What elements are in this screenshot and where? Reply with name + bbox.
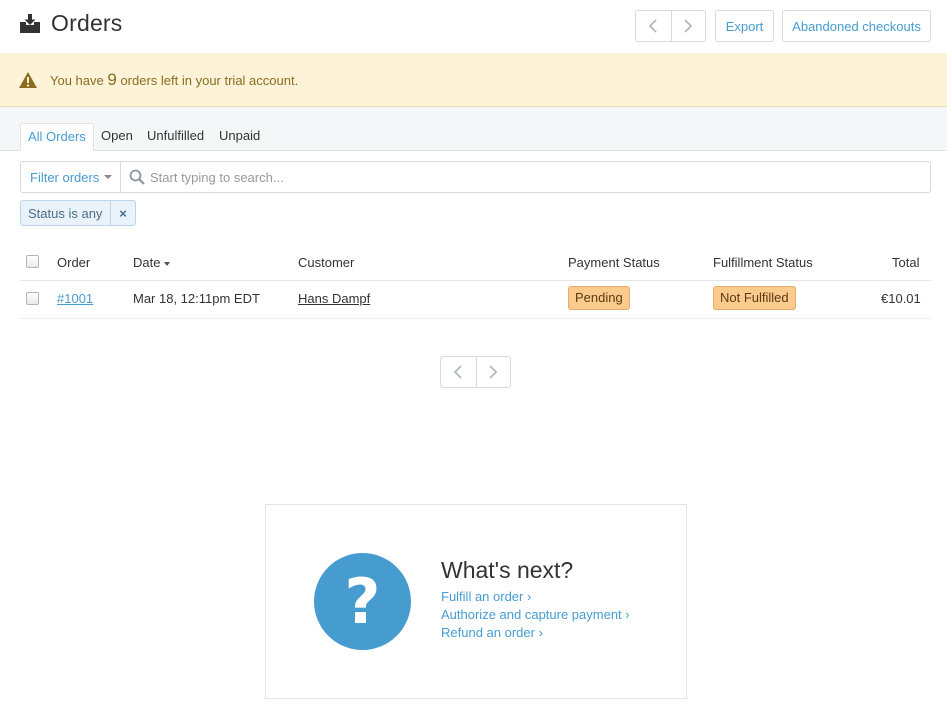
tab-unpaid[interactable]: Unpaid	[212, 123, 267, 151]
status-filter-chip: Status is any ×	[20, 200, 136, 226]
table-header-divider	[20, 280, 931, 281]
page-header: Orders Export Abandoned checkouts	[0, 0, 947, 52]
caret-down-icon	[104, 175, 113, 179]
search-icon	[129, 169, 145, 185]
column-total: Total	[892, 255, 920, 270]
filter-orders-button[interactable]: Filter orders	[21, 162, 121, 192]
orders-left-count: 9	[107, 69, 117, 89]
trial-banner: You have 9 orders left in your trial acc…	[0, 53, 947, 107]
order-total: €10.01	[881, 291, 921, 306]
column-payment-status: Payment Status	[568, 255, 660, 270]
order-number[interactable]: #1001	[57, 291, 93, 306]
row-checkbox[interactable]	[26, 292, 39, 305]
column-order: Order	[57, 255, 91, 270]
sort-caret-icon	[164, 261, 171, 266]
chevron-left-icon	[648, 19, 657, 33]
filter-orders-label: Filter orders	[30, 169, 100, 185]
trial-message-suffix: orders left in your trial account.	[116, 72, 299, 88]
status-filter-label: Status is any	[28, 205, 103, 221]
fulfillment-status-badge: Not Fulfilled	[713, 286, 796, 310]
payment-status-badge: Pending	[568, 286, 630, 310]
question-mark-icon: ?	[314, 553, 411, 650]
previous-page-button[interactable]	[441, 357, 476, 387]
whats-next-card: ? What's next? Fulfill an order › Author…	[265, 504, 687, 699]
order-number-link[interactable]: #1001	[57, 291, 93, 306]
abandoned-checkouts-button[interactable]: Abandoned checkouts	[782, 10, 931, 42]
inbox-download-icon	[20, 14, 40, 33]
fulfill-order-link[interactable]: Fulfill an order ›	[441, 589, 531, 604]
remove-filter-button[interactable]: ×	[110, 201, 135, 225]
filter-search-bar: Filter orders	[20, 161, 931, 193]
customer-link[interactable]: Hans Dampf	[298, 291, 370, 306]
tab-open[interactable]: Open	[94, 123, 140, 151]
chevron-right-icon	[684, 19, 693, 33]
order-date: Mar 18, 12:11pm EDT	[133, 291, 260, 306]
chevron-right-icon	[489, 365, 498, 379]
export-button[interactable]: Export	[715, 10, 774, 42]
authorize-capture-link[interactable]: Authorize and capture payment ›	[441, 607, 630, 622]
trial-message: You have 9 orders left in your trial acc…	[50, 70, 298, 90]
next-button[interactable]	[670, 11, 706, 41]
column-customer: Customer	[298, 255, 355, 270]
customer-name[interactable]: Hans Dampf	[298, 291, 370, 306]
pagination	[440, 356, 511, 388]
column-fulfillment-status: Fulfillment Status	[713, 255, 813, 270]
column-date[interactable]: Date	[133, 255, 171, 270]
page-title: Orders	[51, 10, 123, 36]
order-nav-group	[635, 10, 706, 42]
chevron-left-icon	[453, 365, 462, 379]
table-row-divider	[20, 318, 931, 319]
search-input[interactable]	[145, 163, 930, 191]
next-page-button[interactable]	[475, 357, 511, 387]
order-tabs: All Orders Open Unfulfilled Unpaid	[0, 107, 947, 151]
search-wrap	[121, 162, 930, 192]
column-date-label: Date	[133, 255, 161, 270]
refund-order-link[interactable]: Refund an order ›	[441, 625, 543, 640]
tab-all-orders[interactable]: All Orders	[20, 123, 94, 151]
previous-button[interactable]	[636, 11, 671, 41]
tab-unfulfilled[interactable]: Unfulfilled	[140, 123, 211, 151]
trial-message-prefix: You have	[50, 72, 108, 88]
whats-next-title: What's next?	[441, 557, 574, 583]
warning-icon	[19, 71, 37, 88]
select-all-checkbox[interactable]	[26, 255, 39, 268]
